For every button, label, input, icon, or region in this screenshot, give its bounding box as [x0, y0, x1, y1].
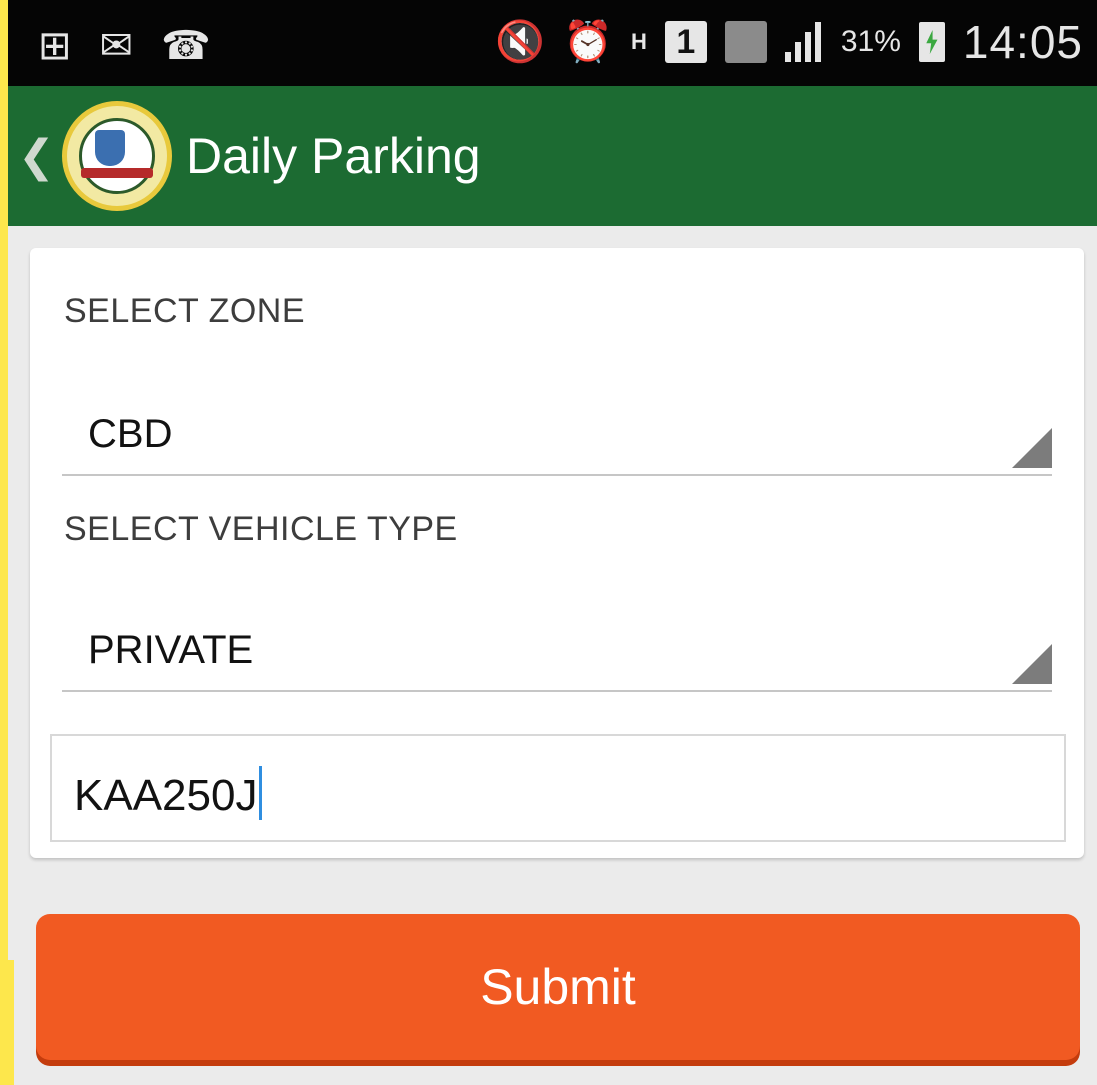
background-edge	[0, 960, 14, 1085]
vehicle-type-value: PRIVATE	[88, 628, 254, 672]
mute-icon: 🔇	[495, 19, 546, 65]
dropdown-arrow-icon	[1012, 428, 1052, 468]
vehicle-type-select[interactable]: PRIVATE	[62, 610, 1052, 692]
county-logo[interactable]	[62, 101, 172, 211]
clock: 14:05	[962, 16, 1083, 68]
alarm-icon: ⏰	[563, 19, 613, 65]
parking-form-card: SELECT ZONE CBD SELECT VEHICLE TYPE PRIV…	[30, 248, 1084, 858]
app-bar: ❮ Daily Parking	[8, 86, 1097, 226]
text-caret	[259, 766, 263, 820]
dropdown-arrow-icon	[1012, 644, 1052, 684]
battery-charging-icon	[918, 22, 945, 62]
status-bar: ⊞ ✉ ☎ 🔇 ⏰ H 1 31% 14:05	[8, 0, 1097, 86]
battery-percent: 31%	[840, 25, 901, 58]
zone-select[interactable]: CBD	[62, 394, 1052, 476]
missed-call-icon: ☎	[161, 23, 211, 69]
zone-label: SELECT ZONE	[64, 292, 306, 330]
submit-button[interactable]: Submit	[36, 914, 1080, 1060]
signal-icon	[784, 22, 823, 62]
vehicle-type-label: SELECT VEHICLE TYPE	[64, 510, 458, 548]
sim-2-icon	[724, 21, 767, 63]
mail-icon: ✉	[99, 23, 134, 69]
page-title: Daily Parking	[186, 128, 481, 184]
phone-screen: ⊞ ✉ ☎ 🔇 ⏰ H 1 31% 14:05 ❮ Daily Parking …	[8, 0, 1097, 1085]
plate-number-input[interactable]: KAA250J	[50, 734, 1066, 842]
plate-number-value: KAA250J	[74, 771, 258, 820]
sim-1-icon: 1	[664, 21, 707, 63]
zone-value: CBD	[88, 412, 173, 456]
add-icon: ⊞	[38, 23, 72, 69]
back-chevron-icon[interactable]: ❮	[18, 131, 58, 182]
h-network-icon: H	[630, 29, 647, 54]
